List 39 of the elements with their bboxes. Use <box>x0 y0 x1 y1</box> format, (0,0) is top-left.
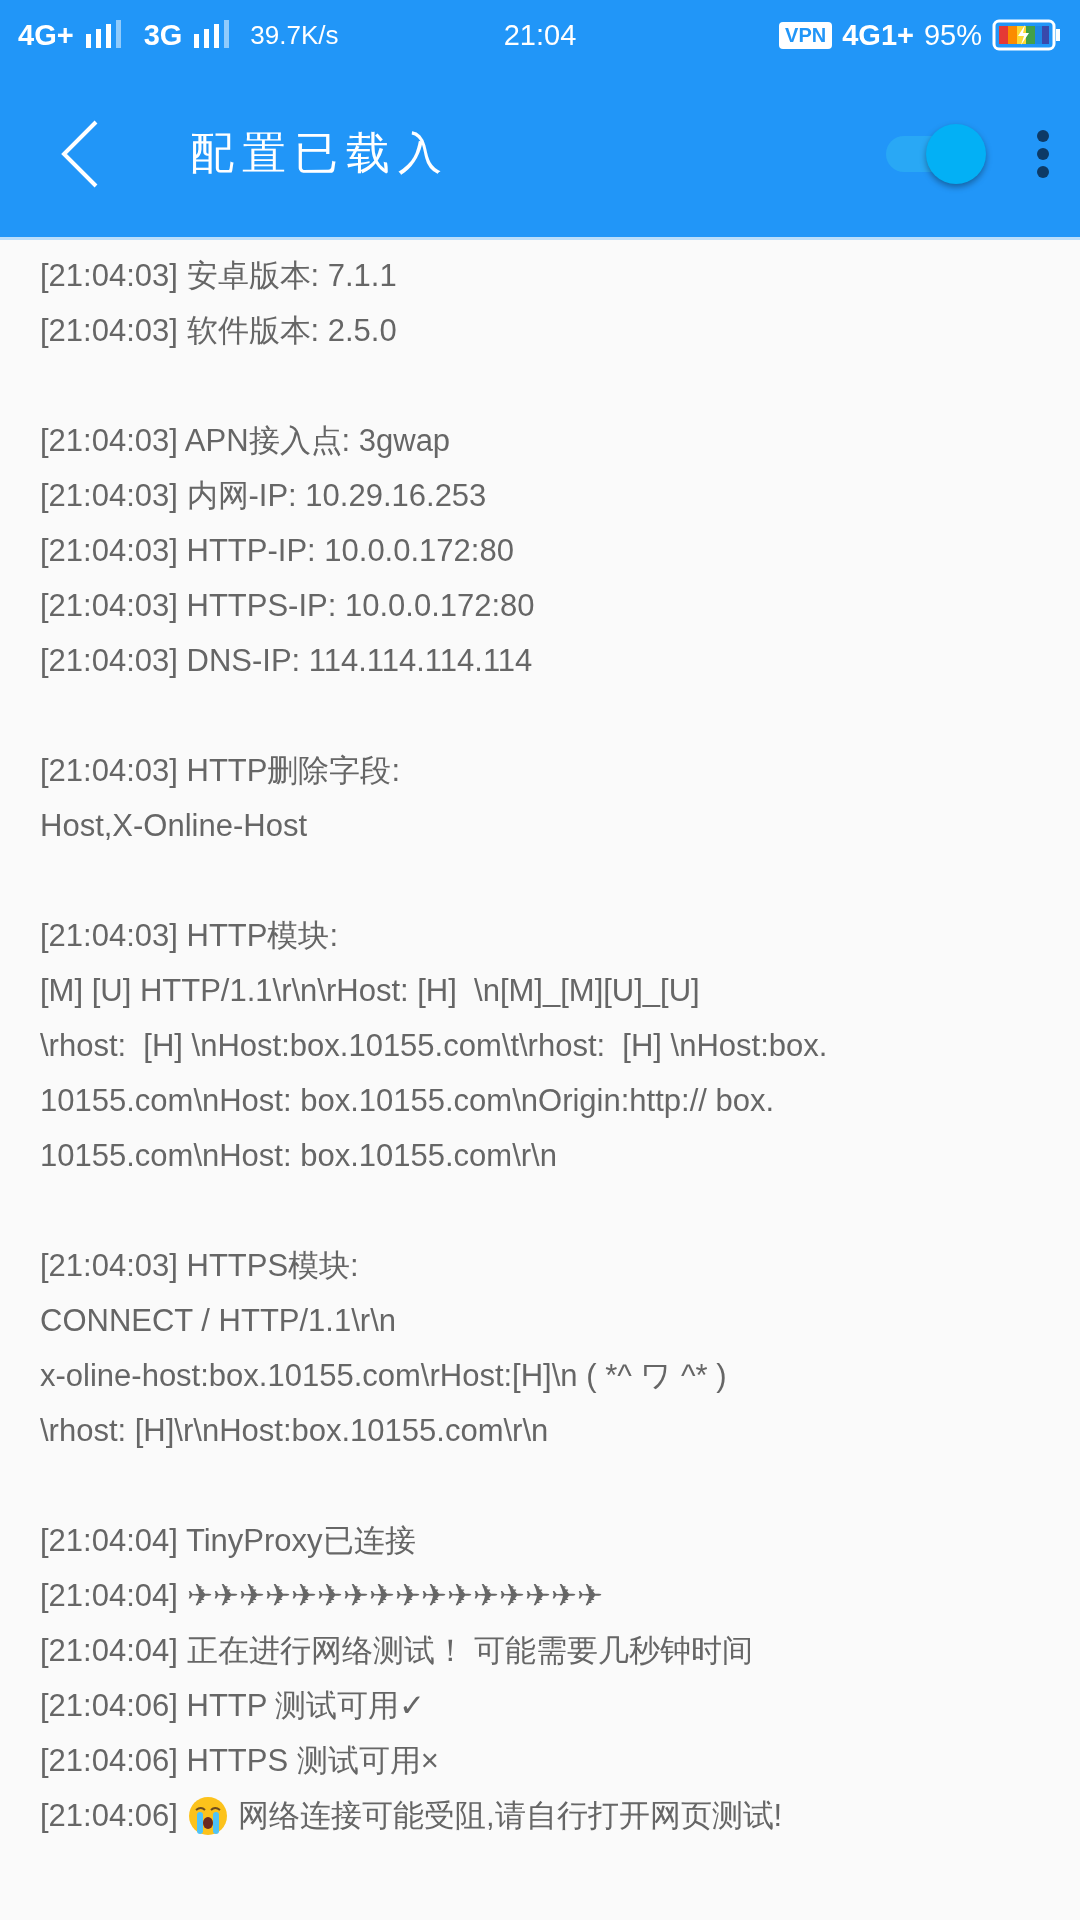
log-line: [21:04:03] 安卓版本: 7.1.1 <box>40 257 398 295</box>
more-menu-icon[interactable] <box>1036 128 1050 179</box>
toggle-switch[interactable] <box>886 123 986 184</box>
network-type: 4G+ <box>18 18 74 52</box>
vpn-badge: VPN <box>779 21 833 49</box>
log-line: [21:04:03] 内网-IP: 10.29.16.253 <box>40 477 488 515</box>
log-line: [21:04:03] HTTPS模块: <box>40 1247 360 1285</box>
log-line: [21:04:03] 软件版本: 2.5.0 <box>40 312 398 350</box>
log-line: [21:04:03] APN接入点: 3gwap <box>40 422 452 460</box>
crying-face-icon <box>187 1795 228 1836</box>
log-line: Host,X-Online-Host <box>40 807 309 845</box>
log-line: \rhost: [H] \nHost:box.10155.com\t\rhost: [H] \nHost:box. <box>40 1027 829 1065</box>
log-line: [21:04:03] HTTP删除字段: <box>40 752 402 790</box>
log-line: [21:04:03] HTTPS-IP: 10.0.0.172:80 <box>40 587 536 625</box>
log-line: [21:04:03] HTTP-IP: 10.0.0.172:80 <box>40 532 515 570</box>
log-line: [M] [U] HTTP/1.1\r\n\rHost: [H] \n[M]_[M][U]_[U] <box>40 972 701 1010</box>
signal-icon <box>83 20 124 50</box>
battery-icon <box>992 19 1062 51</box>
log-line: [21:04:04] ✈✈✈✈✈✈✈✈✈✈✈✈✈✈✈✈ <box>40 1577 604 1615</box>
network-type: 4G1+ <box>842 18 914 52</box>
log-line: CONNECT / HTTP/1.1\r\n <box>40 1302 397 1340</box>
log-line: 10155.com\nHost: box.10155.com\nOrigin:http:// box. <box>40 1082 776 1120</box>
network-type: 3G <box>143 18 183 52</box>
log-line: [21:04:03] HTTP模块: <box>40 917 340 955</box>
log-timestamp: [21:04:06] <box>40 1797 178 1835</box>
page-title: 配置已载入 <box>190 126 451 180</box>
log-line: [21:04:06] HTTP 测试可用✓ <box>40 1687 427 1725</box>
clock: 21:04 <box>503 18 577 52</box>
log-line: [21:04:03] DNS-IP: 114.114.114.114 <box>40 642 534 680</box>
log-line: 10155.com\nHost: box.10155.com\r\n <box>40 1137 558 1175</box>
log-line: \rhost: [H]\r\nHost:box.10155.com\r\n <box>40 1412 550 1450</box>
log-line: [21:04:04] 正在进行网络测试！ 可能需要几秒钟时间 <box>40 1632 755 1670</box>
log-line: [21:04:06] HTTPS 测试可用× <box>40 1742 440 1780</box>
back-icon[interactable] <box>60 118 100 189</box>
log-line: [21:04:04] TinyProxy已连接 <box>40 1522 417 1560</box>
log-message: 网络连接可能受阻,请自行打开网页测试! <box>237 1797 783 1835</box>
network-speed: 39.7K/s <box>250 19 339 51</box>
battery-percent: 95% <box>923 18 982 52</box>
log-line: x-oline-host:box.10155.com\rHost:[H]\n ( *^ ワ ^* ) <box>40 1357 728 1395</box>
